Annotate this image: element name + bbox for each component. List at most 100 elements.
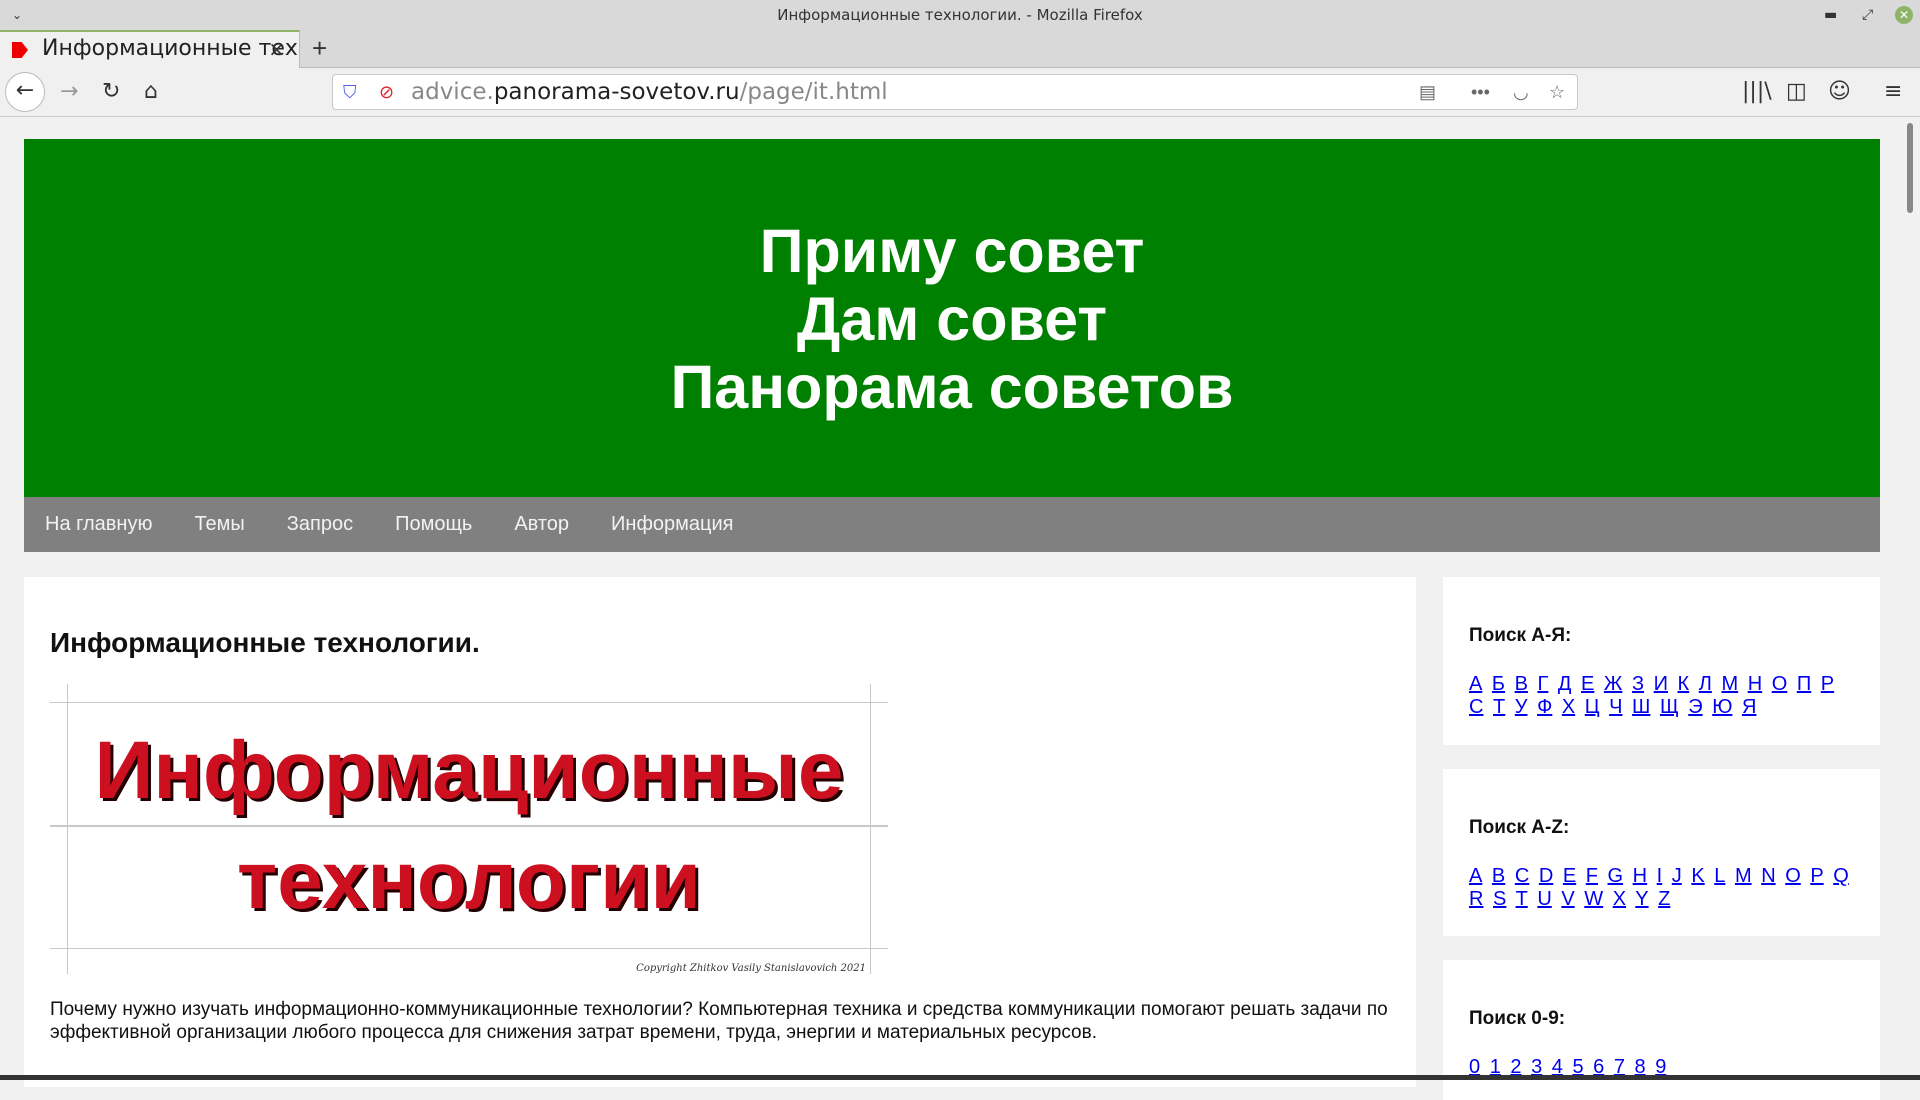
letter-link[interactable]: З: [1632, 673, 1644, 695]
letter-link[interactable]: Ю: [1712, 696, 1732, 718]
url-bar[interactable]: ⛉ ⊘ advice.panorama-sovetov.ru/page/it.h…: [332, 74, 1578, 110]
scrollbar-thumb[interactable]: [1907, 123, 1913, 213]
letter-link[interactable]: Z: [1658, 888, 1670, 910]
letter-link[interactable]: Ж: [1604, 673, 1622, 695]
new-tab-button[interactable]: +: [312, 30, 327, 66]
search-latin-title: Поиск A-Z:: [1469, 817, 1570, 838]
window-title: Информационные технологии. - Mozilla Fir…: [777, 6, 1143, 24]
nav-info[interactable]: Информация: [590, 497, 754, 552]
shield-icon[interactable]: ⛉: [343, 75, 357, 109]
bottom-edge: [0, 1075, 1920, 1080]
letter-link[interactable]: Р: [1821, 673, 1834, 695]
nav-topics[interactable]: Темы: [173, 497, 265, 552]
library-icon[interactable]: |||\: [1742, 76, 1772, 108]
letter-link[interactable]: H: [1633, 865, 1647, 887]
reader-view-icon[interactable]: ▤: [1419, 75, 1436, 109]
letter-link[interactable]: M: [1735, 865, 1752, 887]
letter-link[interactable]: K: [1691, 865, 1704, 887]
header-line-2: Дам совет: [796, 285, 1108, 353]
letter-link[interactable]: C: [1515, 865, 1529, 887]
letter-link[interactable]: B: [1492, 865, 1505, 887]
letter-link[interactable]: Ф: [1537, 696, 1552, 718]
letter-link[interactable]: С: [1469, 696, 1483, 718]
letter-link[interactable]: J: [1672, 865, 1682, 887]
window-titlebar: ⌄ Информационные технологии. - Mozilla F…: [0, 0, 1920, 30]
search-latin-panel: Поиск A-Z: A B C D E F G H I J K L M N O…: [1443, 769, 1880, 936]
letter-link[interactable]: А: [1469, 673, 1482, 695]
letter-link[interactable]: Y: [1635, 888, 1648, 910]
page-content: Приму совет Дам совет Панорама советов Н…: [0, 118, 1900, 1100]
letter-link[interactable]: О: [1772, 673, 1788, 695]
letter-link[interactable]: Х: [1562, 696, 1575, 718]
nav-request[interactable]: Запрос: [266, 497, 374, 552]
letter-link[interactable]: М: [1721, 673, 1738, 695]
letter-link[interactable]: I: [1657, 865, 1663, 887]
letter-link[interactable]: A: [1469, 865, 1482, 887]
nav-help[interactable]: Помощь: [374, 497, 493, 552]
nav-home[interactable]: На главную: [24, 497, 173, 552]
letter-link[interactable]: P: [1810, 865, 1823, 887]
maximize-icon[interactable]: ⤢: [1862, 6, 1873, 24]
letter-link[interactable]: У: [1515, 696, 1528, 718]
banner-image: Информационные технологии Copyright Zhit…: [50, 684, 888, 974]
reload-button[interactable]: ↻: [102, 76, 120, 108]
letter-link[interactable]: Ц: [1585, 696, 1600, 718]
letter-link[interactable]: П: [1797, 673, 1811, 695]
main-article: Информационные технологии. Информационны…: [24, 577, 1416, 1087]
letter-link[interactable]: R: [1469, 888, 1483, 910]
letter-link[interactable]: Т: [1493, 696, 1505, 718]
back-button[interactable]: ←: [5, 72, 45, 112]
letter-link[interactable]: Ш: [1632, 696, 1650, 718]
tab-active[interactable]: Информационные технологии. ×: [0, 30, 300, 68]
letter-link[interactable]: Э: [1688, 696, 1702, 718]
letter-link[interactable]: Г: [1538, 673, 1549, 695]
letter-link[interactable]: Ч: [1609, 696, 1622, 718]
letter-link[interactable]: D: [1539, 865, 1553, 887]
letter-link[interactable]: В: [1515, 673, 1528, 695]
letter-link[interactable]: S: [1493, 888, 1506, 910]
banner-line-1: Информационные: [94, 725, 844, 816]
sidebar-icon[interactable]: ◫: [1786, 76, 1807, 108]
letter-link[interactable]: O: [1785, 865, 1801, 887]
nav-author[interactable]: Автор: [493, 497, 590, 552]
account-icon[interactable]: ☺: [1828, 76, 1851, 108]
letter-link[interactable]: N: [1761, 865, 1775, 887]
letter-links: A B C D E F G H I J K L M N O P Q R S T …: [1469, 865, 1854, 911]
forward-button[interactable]: →: [60, 76, 78, 108]
letter-link[interactable]: И: [1654, 673, 1668, 695]
pocket-icon[interactable]: ◡: [1513, 75, 1529, 109]
insecure-lock-icon[interactable]: ⊘: [379, 75, 394, 109]
letter-link[interactable]: U: [1537, 888, 1551, 910]
more-actions-icon[interactable]: •••: [1471, 75, 1490, 109]
hamburger-menu-icon[interactable]: ≡: [1884, 76, 1902, 108]
letter-link[interactable]: L: [1714, 865, 1725, 887]
site-header: Приму совет Дам совет Панорама советов: [24, 139, 1880, 497]
bookmark-star-icon[interactable]: ☆: [1549, 75, 1565, 109]
home-button[interactable]: ⌂: [144, 76, 158, 108]
letter-link[interactable]: W: [1584, 888, 1603, 910]
letter-link[interactable]: E: [1563, 865, 1576, 887]
letter-link[interactable]: V: [1561, 888, 1574, 910]
letter-link[interactable]: Л: [1699, 673, 1712, 695]
letter-link[interactable]: Н: [1748, 673, 1762, 695]
letter-link[interactable]: Q: [1833, 865, 1849, 887]
window-menu-icon[interactable]: ⌄: [12, 0, 22, 30]
favicon-icon: [12, 42, 28, 58]
close-window-icon[interactable]: ✕: [1895, 6, 1913, 24]
minimize-icon[interactable]: ▬: [1824, 6, 1837, 24]
letter-link[interactable]: Е: [1581, 673, 1594, 695]
letter-link[interactable]: F: [1586, 865, 1598, 887]
letter-link[interactable]: T: [1516, 888, 1528, 910]
letter-link[interactable]: Д: [1558, 673, 1572, 695]
letter-link[interactable]: Щ: [1660, 696, 1679, 718]
letter-link[interactable]: Я: [1742, 696, 1756, 718]
tab-label: Информационные технологии.: [42, 36, 299, 61]
letter-link[interactable]: G: [1608, 865, 1624, 887]
letter-link[interactable]: К: [1678, 673, 1690, 695]
tab-close-icon[interactable]: ×: [268, 32, 285, 66]
letter-link[interactable]: X: [1613, 888, 1626, 910]
url-text[interactable]: advice.panorama-sovetov.ru/page/it.html: [411, 75, 888, 109]
page-title: Информационные технологии.: [50, 627, 480, 658]
scrollbar[interactable]: [1900, 118, 1920, 1076]
letter-link[interactable]: Б: [1492, 673, 1505, 695]
